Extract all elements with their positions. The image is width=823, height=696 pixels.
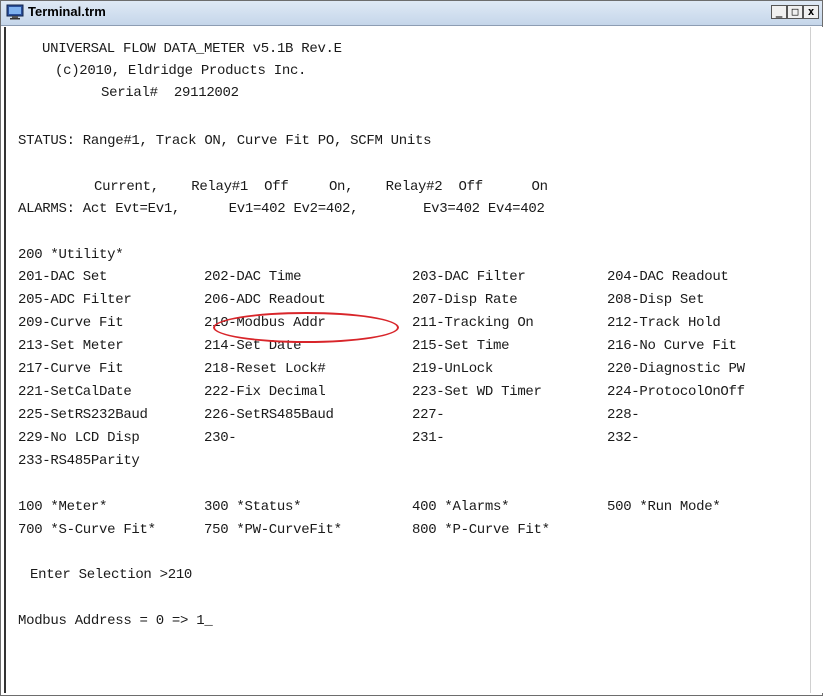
menu-item-232: 232-	[607, 430, 640, 446]
menu-item-228: 228-	[607, 407, 640, 423]
modbus-address-result[interactable]: Modbus Address = 0 => 1_	[18, 613, 213, 629]
window-title: Terminal.trm	[28, 4, 106, 19]
menu-item-220: 220-Diagnostic PW	[607, 361, 745, 377]
menu-item-229: 229-No LCD Disp	[18, 430, 140, 446]
menu-item-216: 216-No Curve Fit	[607, 338, 737, 354]
menu-item-215: 215-Set Time	[412, 338, 510, 354]
alarms-line: ALARMS: Act Evt=Ev1, Ev1=402 Ev2=402, Ev…	[18, 201, 545, 217]
menu-item-227: 227-	[412, 407, 445, 423]
menu-item-206: 206-ADC Readout	[204, 292, 326, 308]
enter-selection-prompt: Enter Selection >210	[30, 567, 193, 583]
menu-item-209: 209-Curve Fit	[18, 315, 124, 331]
title-bar[interactable]: Terminal.trm _ □ x	[1, 1, 822, 26]
menu-item-225: 225-SetRS232Baud	[18, 407, 148, 423]
alarms-header-line: Current, Relay#1 Off On, Relay#2 Off On	[94, 179, 548, 195]
menu-item-223: 223-Set WD Timer	[412, 384, 542, 400]
menu-item-233: 233-RS485Parity	[18, 453, 140, 469]
menu-item-226: 226-SetRS485Baud	[204, 407, 334, 423]
result-text: Modbus Address = 0 => 1	[18, 613, 205, 629]
scrollbar[interactable]	[810, 27, 823, 693]
menu-item-222: 222-Fix Decimal	[204, 384, 326, 400]
status-line: STATUS: Range#1, Track ON, Curve Fit PO,…	[18, 133, 432, 149]
menu-item-201: 201-DAC Set	[18, 269, 108, 285]
header-line-1: UNIVERSAL FLOW DATA_METER v5.1B Rev.E	[42, 41, 342, 57]
menu-item-700: 700 *S-Curve Fit*	[18, 522, 156, 538]
minimize-button[interactable]: _	[771, 5, 787, 19]
menu-item-300: 300 *Status*	[204, 499, 302, 515]
menu-item-211: 211-Tracking On	[412, 315, 534, 331]
menu-item-221: 221-SetCalDate	[18, 384, 132, 400]
menu-item-800: 800 *P-Curve Fit*	[412, 522, 550, 538]
menu-item-230: 230-	[204, 430, 237, 446]
terminal-output[interactable]: UNIVERSAL FLOW DATA_METER v5.1B Rev.E (c…	[4, 27, 810, 693]
menu-item-750: 750 *PW-CurveFit*	[204, 522, 342, 538]
menu-item-500: 500 *Run Mode*	[607, 499, 721, 515]
menu-item-100: 100 *Meter*	[18, 499, 108, 515]
serial-line: Serial# 29112002	[101, 85, 239, 101]
close-button[interactable]: x	[803, 5, 819, 19]
menu-item-205: 205-ADC Filter	[18, 292, 132, 308]
menu-item-203: 203-DAC Filter	[412, 269, 526, 285]
terminal-window: Terminal.trm _ □ x UNIVERSAL FLOW DATA_M…	[0, 0, 823, 696]
menu-item-231: 231-	[412, 430, 445, 446]
menu-item-218: 218-Reset Lock#	[204, 361, 326, 377]
menu-item-400: 400 *Alarms*	[412, 499, 510, 515]
menu-item-202: 202-DAC Time	[204, 269, 302, 285]
maximize-button[interactable]: □	[787, 5, 803, 19]
menu-item-219: 219-UnLock	[412, 361, 494, 377]
terminal-app-icon	[6, 4, 24, 20]
menu-item-204: 204-DAC Readout	[607, 269, 729, 285]
header-line-2: (c)2010, Eldridge Products Inc.	[55, 63, 307, 79]
utility-title: 200 *Utility*	[18, 247, 124, 263]
menu-item-208: 208-Disp Set	[607, 292, 705, 308]
menu-item-212: 212-Track Hold	[607, 315, 721, 331]
highlight-ellipse	[213, 312, 399, 343]
menu-item-224: 224-ProtocolOnOff	[607, 384, 745, 400]
menu-item-217: 217-Curve Fit	[18, 361, 124, 377]
menu-item-213: 213-Set Meter	[18, 338, 124, 354]
text-cursor: _	[204, 613, 213, 629]
menu-item-207: 207-Disp Rate	[412, 292, 518, 308]
